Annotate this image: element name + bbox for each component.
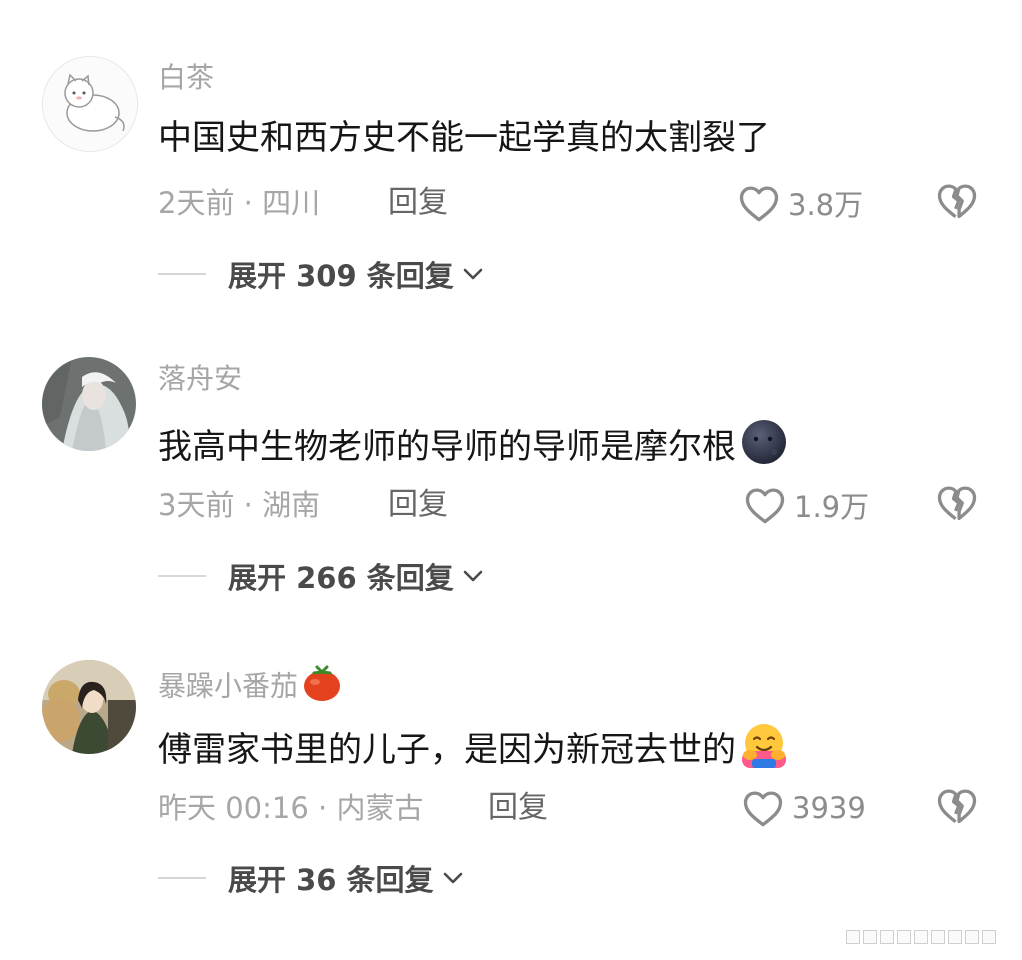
expand-replies-button[interactable]: 展开 36 条回复 — [158, 858, 464, 898]
comment-meta: 昨天 00:16 · 内蒙古 — [158, 791, 424, 825]
username[interactable]: 暴躁小番茄 — [158, 664, 342, 711]
reply-button[interactable]: 回复 — [488, 788, 548, 828]
username-text: 暴躁小番茄 — [158, 669, 299, 703]
hugging-face-emoji — [740, 721, 788, 780]
avatar[interactable] — [42, 660, 136, 754]
chevron-down-icon — [443, 872, 462, 884]
expand-replies-label: 展开 36 条回复 — [228, 863, 434, 897]
like-button[interactable]: 3939 — [742, 786, 866, 830]
comment-item: 暴躁小番茄 傅雷家书里的儿子，是因为新冠去世的 昨天 00:16 · 内蒙古 回… — [0, 0, 1022, 920]
dislike-button[interactable] — [936, 786, 978, 830]
like-count: 3939 — [792, 791, 866, 825]
heart-outline-icon — [743, 791, 783, 827]
divider-line — [158, 877, 206, 879]
broken-heart-icon — [937, 789, 977, 824]
tomato-emoji — [302, 664, 342, 711]
comment-text-body: 傅雷家书里的儿子，是因为新冠去世的 — [158, 730, 736, 770]
comment-text: 傅雷家书里的儿子，是因为新冠去世的 — [158, 721, 788, 780]
watermark — [846, 930, 996, 944]
